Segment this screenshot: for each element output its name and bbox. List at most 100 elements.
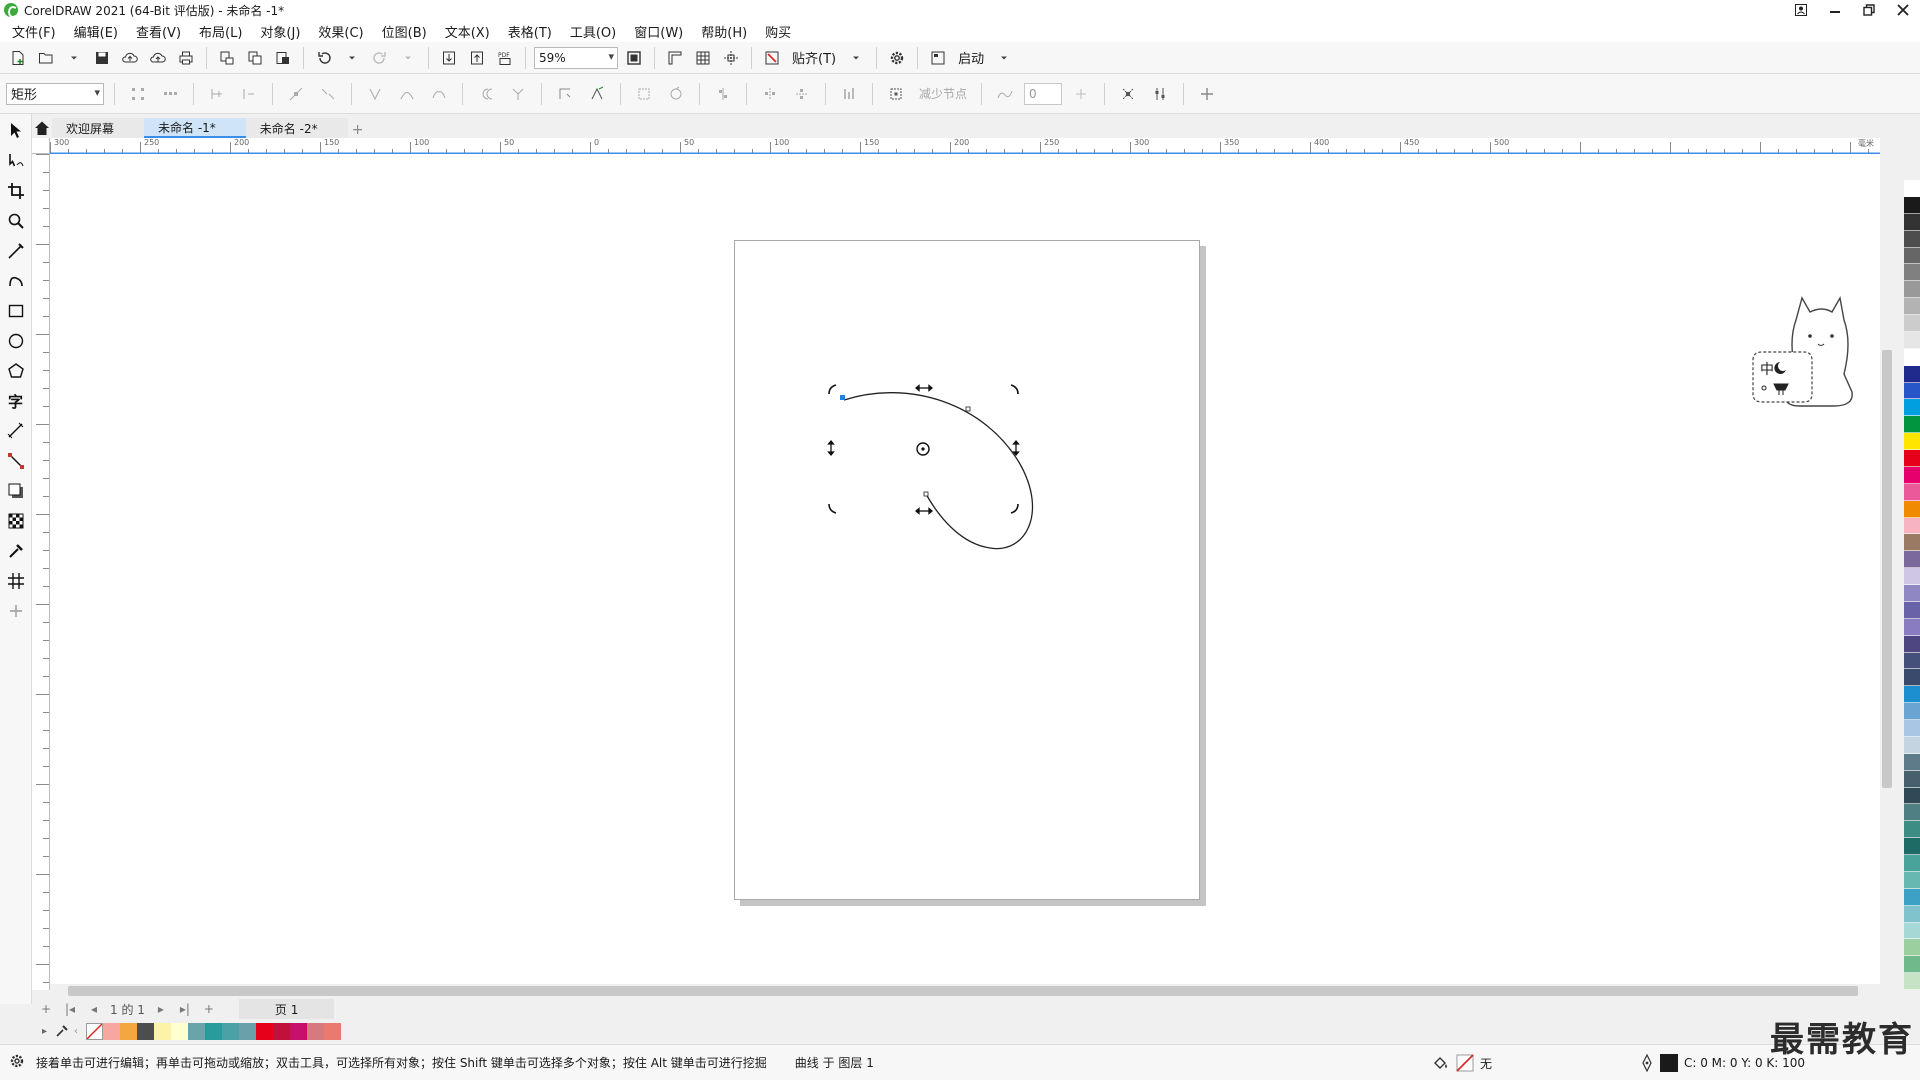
palette-swatch[interactable]	[1904, 635, 1920, 653]
palette-swatch[interactable]	[1904, 669, 1920, 687]
palette-swatch[interactable]	[1904, 365, 1920, 383]
status-settings-icon[interactable]	[8, 1052, 26, 1073]
to-curve-icon[interactable]	[394, 82, 420, 106]
last-page-icon[interactable]: ▸|	[177, 1002, 193, 1016]
redo-icon[interactable]	[368, 46, 392, 70]
document-palette-swatch[interactable]	[188, 1022, 205, 1040]
menu-effects[interactable]: 效果(C)	[312, 22, 375, 41]
palette-swatch[interactable]	[1904, 871, 1920, 889]
interactive-fill-tool-icon[interactable]	[3, 568, 29, 594]
menu-text[interactable]: 文本(X)	[439, 22, 502, 41]
palette-swatch[interactable]	[1904, 399, 1920, 417]
zoom-tool-icon[interactable]	[3, 208, 29, 234]
palette-swatch[interactable]	[1904, 855, 1920, 872]
paste-icon[interactable]	[271, 46, 295, 70]
mascot-widget[interactable]: 中	[1752, 294, 1888, 412]
palette-swatch[interactable]	[1904, 196, 1920, 214]
node-select-freehand-icon[interactable]	[157, 82, 183, 106]
palette-swatch[interactable]	[1904, 298, 1920, 315]
palette-swatch[interactable]	[1904, 568, 1920, 585]
document-palette-swatch[interactable]	[273, 1022, 290, 1040]
horizontal-scroll-thumb[interactable]	[68, 986, 1858, 996]
palette-swatch[interactable]	[1904, 247, 1920, 265]
first-page-icon[interactable]: |◂	[62, 1002, 78, 1016]
account-icon[interactable]	[1784, 0, 1818, 20]
export-icon[interactable]	[465, 46, 489, 70]
document-palette-swatch[interactable]	[307, 1022, 324, 1040]
palette-swatch[interactable]	[1904, 551, 1920, 569]
horizontal-ruler[interactable]: 300 250 200 150 100 50 0 50 100 150 200 …	[50, 138, 1880, 154]
drop-shadow-tool-icon[interactable]	[3, 478, 29, 504]
palette-swatch[interactable]	[1904, 483, 1920, 501]
document-palette-swatch[interactable]	[171, 1022, 188, 1040]
freehand-tool-icon[interactable]	[3, 238, 29, 264]
palette-swatch[interactable]	[1904, 821, 1920, 839]
add-page-after-icon[interactable]: +	[201, 1002, 217, 1016]
selected-shape-combo[interactable]: 矩形	[6, 82, 104, 105]
selected-curve-object[interactable]	[50, 154, 1880, 984]
document-palette-swatch[interactable]	[137, 1022, 154, 1040]
palette-swatch[interactable]	[1904, 973, 1920, 990]
ruler-origin[interactable]	[32, 138, 50, 154]
previous-page-icon[interactable]: ◂	[86, 1002, 102, 1016]
palette-swatch[interactable]	[1904, 787, 1920, 805]
launch-dropdown-icon[interactable]	[992, 46, 1016, 70]
transparency-tool-icon[interactable]	[3, 508, 29, 534]
tab-untitled-2[interactable]: 未命名 -2*	[245, 118, 348, 138]
node-select-rect-icon[interactable]	[125, 82, 151, 106]
smooth-node-icon[interactable]	[473, 82, 499, 106]
cloud-sync-icon[interactable]	[146, 46, 170, 70]
break-curve-icon[interactable]	[315, 82, 341, 106]
mirror-vertical-icon[interactable]	[789, 82, 815, 106]
horizontal-scrollbar[interactable]	[50, 984, 1880, 998]
node-options-icon[interactable]	[1147, 82, 1173, 106]
palette-swatch[interactable]	[1904, 315, 1920, 332]
palette-swatch[interactable]	[1904, 416, 1920, 434]
palette-swatch[interactable]	[1904, 331, 1920, 349]
rectangle-tool-icon[interactable]	[3, 298, 29, 324]
full-screen-preview-icon[interactable]	[622, 46, 646, 70]
print-icon[interactable]	[174, 46, 198, 70]
show-rulers-icon[interactable]	[663, 46, 687, 70]
symmetric-node-icon[interactable]	[505, 82, 531, 106]
palette-swatch[interactable]	[1904, 348, 1920, 366]
tab-welcome-screen[interactable]: 欢迎屏幕	[52, 118, 145, 138]
show-grid-icon[interactable]	[691, 46, 715, 70]
document-palette-swatch[interactable]	[324, 1022, 341, 1040]
pick-tool-icon[interactable]	[3, 118, 29, 144]
palette-swatch[interactable]	[1904, 230, 1920, 248]
fill-indicator[interactable]: 无	[1432, 1054, 1492, 1072]
launch-menu[interactable]: 启动	[954, 48, 988, 67]
curve-smoothness-input[interactable]: 0	[1024, 82, 1063, 105]
menu-table[interactable]: 表格(T)	[502, 22, 564, 41]
document-palette-swatch[interactable]	[103, 1022, 120, 1040]
palette-swatch[interactable]	[1904, 736, 1920, 754]
snap-to-menu[interactable]: 贴齐(T)	[788, 48, 840, 67]
palette-swatch[interactable]	[1904, 433, 1920, 450]
import-icon[interactable]	[437, 46, 461, 70]
palette-swatch[interactable]	[1904, 652, 1920, 670]
palette-swatch[interactable]	[1904, 264, 1920, 282]
launch-app-icon[interactable]	[926, 46, 950, 70]
document-palette-swatch[interactable]	[120, 1022, 137, 1040]
document-palette-swatch[interactable]	[239, 1022, 256, 1040]
to-line-icon[interactable]	[362, 82, 388, 106]
menu-buy[interactable]: 购买	[759, 22, 803, 41]
snap-dropdown-icon[interactable]	[844, 46, 868, 70]
new-tab-icon[interactable]: +	[348, 122, 368, 138]
menu-bitmaps[interactable]: 位图(B)	[376, 22, 439, 41]
palette-swatch[interactable]	[1904, 939, 1920, 957]
add-node-icon[interactable]	[204, 82, 230, 106]
connector-tool-icon[interactable]	[3, 448, 29, 474]
palette-swatch[interactable]	[1904, 534, 1920, 552]
palette-swatch[interactable]	[1904, 703, 1920, 720]
page-tab-1[interactable]: 页 1	[238, 999, 335, 1019]
add-tool-icon[interactable]	[3, 598, 29, 624]
document-palette-swatch[interactable]	[290, 1022, 307, 1040]
new-document-icon[interactable]	[6, 46, 30, 70]
add-page-before-icon[interactable]: +	[38, 1002, 54, 1016]
polygon-tool-icon[interactable]	[3, 358, 29, 384]
curve-smoothness-slider-icon[interactable]	[1068, 82, 1094, 106]
expand-palette-icon[interactable]: ▸	[42, 1026, 56, 1037]
close-button[interactable]	[1886, 0, 1920, 20]
